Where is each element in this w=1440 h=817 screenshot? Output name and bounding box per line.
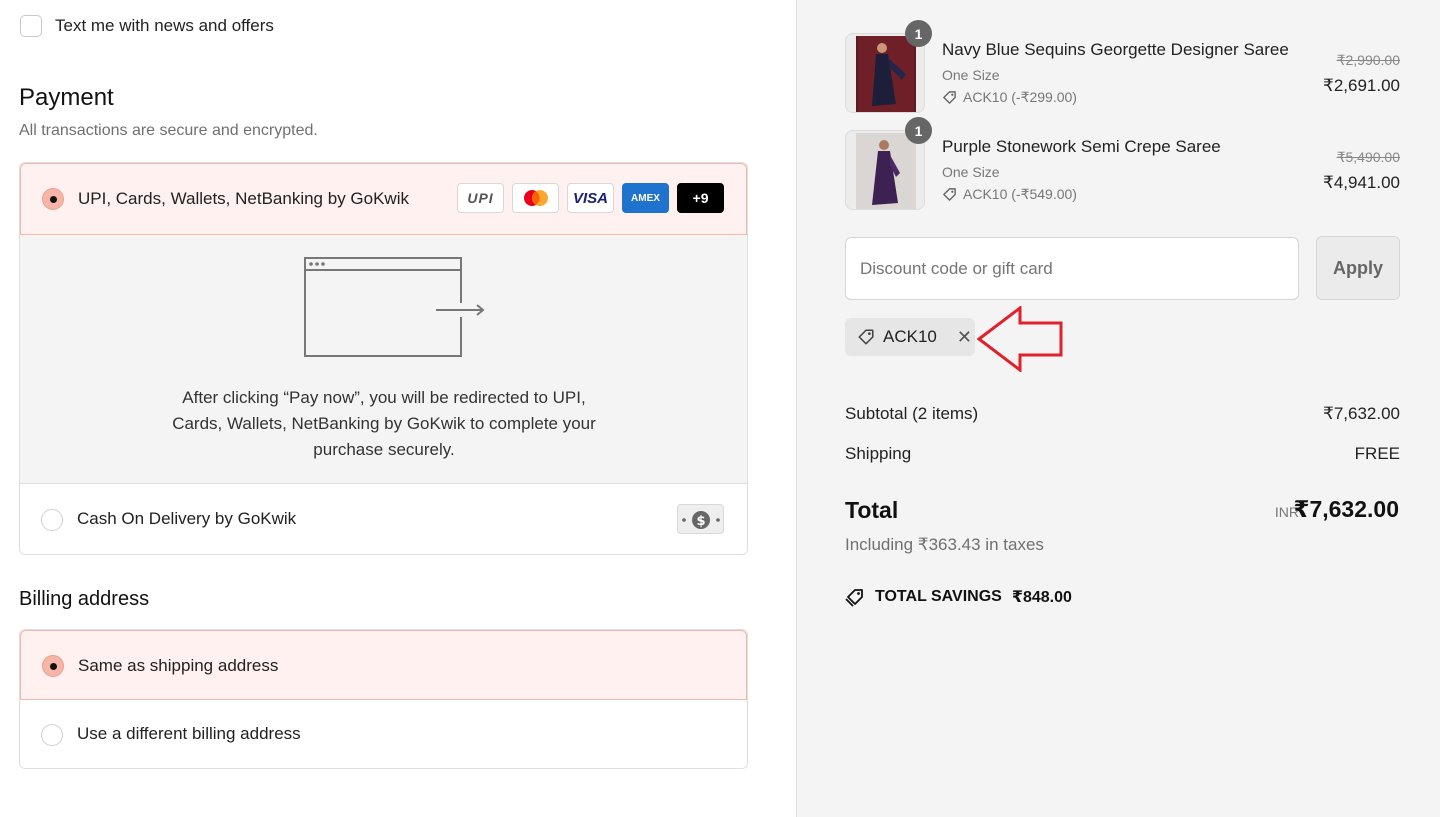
cart-item: 1 Navy Blue Sequins Georgette Designer S… — [845, 20, 1400, 113]
item-name: Navy Blue Sequins Georgette Designer Sar… — [942, 40, 1289, 59]
total-label: Total — [845, 497, 899, 523]
mastercard-logo-icon — [512, 183, 559, 213]
upi-logo-icon: UPI — [457, 183, 504, 213]
payment-methods: UPI, Cards, Wallets, NetBanking by GoKwi… — [19, 162, 748, 555]
redirect-info-panel: After clicking “Pay now”, you will be re… — [20, 235, 747, 484]
payment-cod-radio[interactable] — [41, 509, 63, 531]
subtotal-value: ₹7,632.00 — [1323, 404, 1400, 423]
payment-cod-label: Cash On Delivery by GoKwik — [77, 509, 297, 528]
shipping-value: FREE — [1354, 444, 1400, 463]
total-value: ₹7,632.00 — [1293, 496, 1399, 522]
cash-icon: $ — [677, 504, 724, 534]
total-savings: TOTAL SAVINGS ₹848.00 — [845, 587, 1072, 607]
tag-icon — [943, 188, 956, 201]
amex-logo-icon: AMEX — [622, 183, 669, 213]
payment-gokwik-label: UPI, Cards, Wallets, NetBanking by GoKwi… — [78, 189, 409, 208]
newsletter-row[interactable]: Text me with news and offers — [20, 15, 274, 37]
cart-item: 1 Purple Stonework Semi Crepe Saree One … — [845, 117, 1400, 210]
billing-same-label: Same as shipping address — [78, 656, 279, 675]
item-discount-text: ACK10 (-₹299.00) — [963, 89, 1077, 105]
item-size: One Size — [942, 164, 1000, 180]
billing-different-label: Use a different billing address — [77, 724, 301, 743]
item-price: ₹2,691.00 — [1323, 76, 1400, 95]
shipping-label: Shipping — [845, 444, 912, 463]
subtotal-row: Subtotal (2 items) ₹7,632.00 — [845, 404, 1400, 424]
newsletter-checkbox[interactable] — [20, 15, 42, 37]
savings-tag-icon — [845, 589, 863, 607]
payment-option-cod[interactable]: Cash On Delivery by GoKwik $ — [20, 484, 747, 554]
item-size: One Size — [942, 67, 1000, 83]
shipping-row: Shipping FREE — [845, 444, 1400, 464]
remove-discount-icon[interactable]: ✕ — [957, 327, 972, 348]
checkout-form: Text me with news and offers Payment All… — [0, 0, 796, 817]
payment-subtitle: All transactions are secure and encrypte… — [19, 122, 318, 139]
discount-code-input[interactable] — [845, 237, 1299, 300]
svg-text:$: $ — [696, 514, 705, 529]
payment-option-gokwik[interactable]: UPI, Cards, Wallets, NetBanking by GoKwi… — [20, 163, 747, 235]
visa-logo-icon: VISA — [567, 183, 614, 213]
billing-option-same[interactable]: Same as shipping address — [20, 630, 747, 700]
more-methods-badge: +9 — [677, 183, 724, 213]
item-discount: ACK10 (-₹299.00) — [942, 89, 1077, 106]
payment-gokwik-radio[interactable] — [42, 188, 64, 210]
payment-title: Payment — [19, 84, 114, 111]
savings-label: TOTAL SAVINGS — [875, 588, 1002, 605]
billing-same-radio[interactable] — [42, 655, 64, 677]
applied-discount-chip: ACK10 ✕ — [845, 318, 975, 356]
item-discount: ACK10 (-₹549.00) — [942, 186, 1077, 203]
tag-icon — [858, 329, 874, 345]
browser-redirect-icon — [304, 257, 485, 357]
tax-note: Including ₹363.43 in taxes — [845, 535, 1044, 554]
billing-option-different[interactable]: Use a different billing address — [20, 700, 747, 768]
item-original-price: ₹2,990.00 — [1336, 52, 1400, 68]
apply-discount-button[interactable]: Apply — [1316, 236, 1400, 300]
tag-icon — [943, 91, 956, 104]
billing-title: Billing address — [19, 588, 150, 610]
item-price: ₹4,941.00 — [1323, 173, 1400, 192]
payment-logos: UPI VISA AMEX +9 — [457, 183, 724, 213]
redirect-text: After clicking “Pay now”, you will be re… — [172, 388, 596, 459]
billing-different-radio[interactable] — [41, 724, 63, 746]
billing-options: Same as shipping address Use a different… — [19, 629, 748, 769]
item-original-price: ₹5,490.00 — [1336, 149, 1400, 165]
subtotal-label: Subtotal (2 items) — [845, 404, 979, 423]
item-discount-text: ACK10 (-₹549.00) — [963, 186, 1077, 202]
applied-code-text: ACK10 — [883, 327, 937, 346]
quantity-badge: 1 — [905, 117, 932, 144]
item-name: Purple Stonework Semi Crepe Saree — [942, 137, 1221, 156]
order-summary: 1 Navy Blue Sequins Georgette Designer S… — [796, 0, 1440, 817]
quantity-badge: 1 — [905, 20, 932, 47]
annotation-arrow-icon — [977, 306, 1063, 372]
newsletter-label: Text me with news and offers — [55, 16, 274, 35]
savings-value: ₹848.00 — [1011, 589, 1072, 606]
